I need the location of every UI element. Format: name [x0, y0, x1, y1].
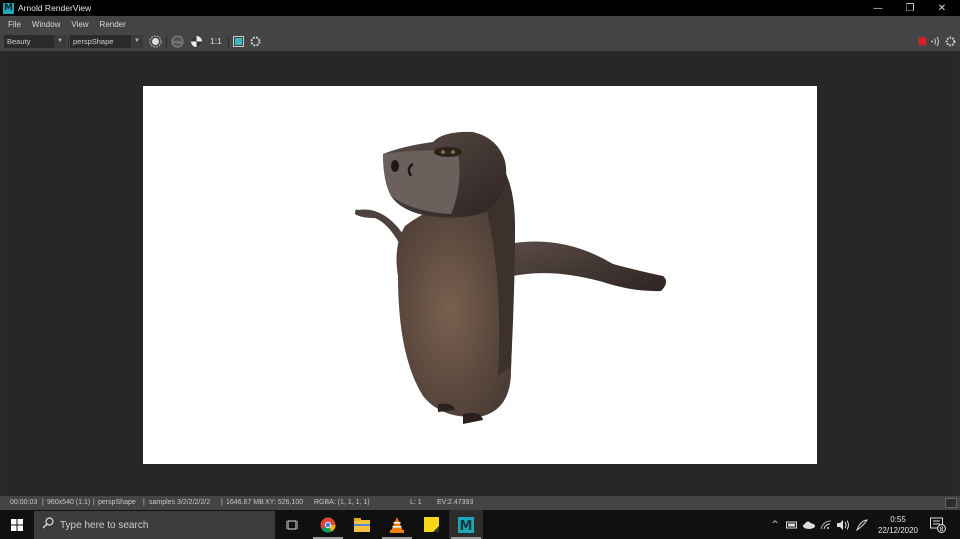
menu-bar: File Window View Render	[0, 16, 960, 32]
camera-select[interactable]: perspShape ▼	[70, 35, 143, 48]
search-placeholder: Type here to search	[60, 519, 149, 531]
taskbar-clock[interactable]: 0:55 22/12/2020	[872, 514, 924, 536]
search-icon	[42, 516, 54, 534]
status-rgba: RGBA: (1, 1, 1, 1)	[314, 499, 370, 506]
status-divider: |	[143, 499, 145, 506]
minimize-button[interactable]: —	[863, 0, 893, 16]
sticky-notes-icon[interactable]	[414, 510, 448, 539]
volume-icon[interactable]	[835, 510, 851, 539]
status-bar: 00:00:03 | 960x540 (1:1) | perspShape | …	[0, 496, 960, 510]
toolbar: Beauty ▼ perspShape ▼ RGB 1:1 0	[0, 32, 960, 79]
svg-text:RGB: RGB	[173, 40, 182, 45]
restore-button[interactable]: ❐	[895, 0, 925, 16]
chevron-down-icon: ▼	[131, 35, 143, 48]
action-center-icon[interactable]: 8	[928, 510, 948, 539]
close-button[interactable]: ✕	[927, 0, 957, 16]
show-hidden-icons-chevron-icon[interactable]: ^	[768, 510, 782, 539]
toolbar-divider	[166, 36, 167, 48]
camera-select-value: perspShape	[73, 37, 114, 46]
taskbar-search-box[interactable]: Type here to search	[34, 511, 275, 539]
checker-icon[interactable]	[190, 35, 203, 48]
status-divider: |	[93, 499, 95, 506]
ipr-icon[interactable]	[929, 35, 942, 48]
menu-file[interactable]: File	[8, 20, 21, 29]
clock-time: 0:55	[890, 515, 906, 524]
onedrive-cloud-icon[interactable]	[801, 510, 817, 539]
status-resolution: 960x540 (1:1)	[47, 499, 91, 506]
character-render	[355, 131, 667, 424]
status-time: 00:00:03	[10, 499, 38, 506]
menu-render[interactable]: Render	[100, 20, 126, 29]
rendered-image[interactable]	[143, 86, 817, 464]
vlc-icon[interactable]	[380, 510, 414, 539]
status-memory: 1646.67 MB	[226, 499, 264, 506]
aov-select[interactable]: Beauty ▼	[4, 35, 66, 48]
window-title: Arnold RenderView	[18, 3, 92, 13]
task-view-icon[interactable]	[275, 510, 309, 539]
character-nostril	[391, 160, 399, 172]
status-ev: EV:2.47393	[437, 499, 474, 506]
battery-icon[interactable]	[784, 510, 800, 539]
maya-app-icon: M	[3, 2, 14, 14]
character-snout	[383, 150, 460, 214]
status-samples: samples 3/2/2/2/2/2	[149, 499, 211, 506]
aov-select-value: Beauty	[7, 37, 31, 46]
ratio-button[interactable]: 1:1	[210, 35, 222, 48]
display-settings-icon[interactable]	[149, 35, 162, 48]
windows-start-icon[interactable]	[0, 510, 34, 539]
status-xy: XY: 526,100	[265, 499, 304, 506]
status-divider: |	[221, 499, 223, 506]
character-right-arm	[508, 241, 667, 292]
chevron-down-icon: ▼	[54, 35, 66, 48]
rgb-channel-icon[interactable]: RGB	[171, 35, 184, 48]
status-camera: perspShape	[98, 499, 136, 506]
settings-gear-icon[interactable]	[944, 35, 957, 48]
pen-workspace-icon[interactable]	[854, 510, 870, 539]
gear-slider-icon[interactable]	[249, 35, 262, 48]
chrome-icon[interactable]	[311, 510, 345, 539]
character-eyes	[434, 147, 462, 157]
svg-text:M: M	[460, 519, 473, 533]
maya-taskbar-icon[interactable]: M	[449, 510, 483, 539]
menu-window[interactable]: Window	[32, 20, 60, 29]
toolbar-divider	[228, 36, 229, 48]
status-layer: L: 1	[410, 499, 422, 506]
title-bar: M Arnold RenderView — ❐ ✕	[0, 0, 960, 16]
file-explorer-icon[interactable]	[345, 510, 379, 539]
character-eye	[451, 150, 455, 154]
character-eye	[441, 150, 445, 154]
crop-region-icon[interactable]	[232, 35, 245, 48]
toolbar-divider	[68, 36, 69, 48]
wifi-icon[interactable]	[818, 510, 834, 539]
menu-view[interactable]: View	[71, 20, 88, 29]
clock-date: 22/12/2020	[877, 526, 919, 535]
status-divider: |	[42, 499, 44, 506]
snapshot-camera-icon[interactable]	[945, 498, 957, 508]
stop-render-icon[interactable]	[916, 35, 929, 48]
windows-taskbar: Type here to search M ^ 0:55 22/12/2020	[0, 510, 960, 539]
